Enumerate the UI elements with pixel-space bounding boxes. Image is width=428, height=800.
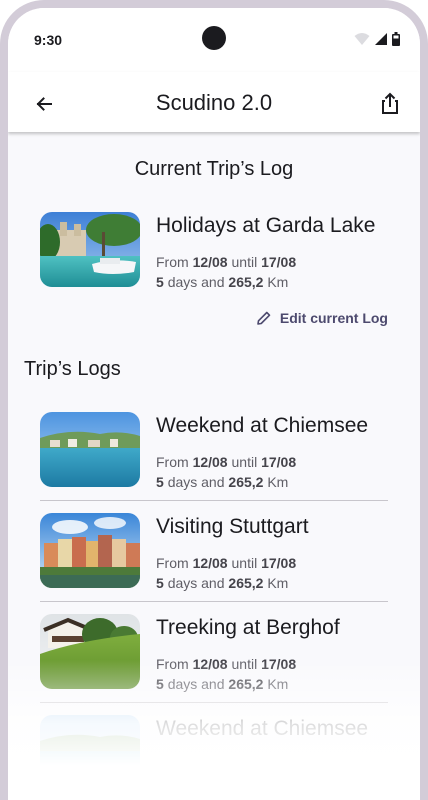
- top-app-bar: Scudino 2.0: [8, 72, 420, 132]
- camera-cutout: [202, 26, 226, 50]
- edit-current-log-button[interactable]: Edit current Log: [256, 310, 388, 326]
- share-icon: [382, 92, 398, 114]
- status-time: 9:30: [34, 32, 63, 48]
- trip-title: Visiting Stuttgart: [156, 515, 309, 538]
- status-icons: [354, 32, 400, 46]
- trip-dates: From 12/08 until 17/08: [156, 254, 297, 270]
- trip-dates: From 12/08 until 17/08: [156, 454, 297, 470]
- trip-title: Weekend at Chiemsee: [156, 717, 369, 740]
- trip-stats: 5 days and 265,2 Km: [156, 274, 289, 290]
- trip-log-item[interactable]: Visiting Stuttgart From 12/08 until 17/0…: [40, 513, 388, 605]
- list-divider: [40, 601, 388, 602]
- content-area: Current Trip’s Log Holidays at Garda Lak…: [8, 132, 420, 800]
- trip-log-item[interactable]: Weekend at Chiemsee: [40, 715, 388, 800]
- battery-icon: [392, 32, 400, 46]
- trip-log-item[interactable]: Treeking at Berghof From 12/08 until 17/…: [40, 614, 388, 706]
- edit-current-log-label: Edit current Log: [279, 310, 388, 326]
- trip-thumbnail: [40, 614, 140, 689]
- pencil-icon: [257, 311, 271, 325]
- trip-dates: From 12/08 until 17/08: [156, 555, 297, 571]
- trip-title: Weekend at Chiemsee: [156, 414, 369, 437]
- share-button[interactable]: [376, 89, 404, 117]
- trip-stats: 5 days and 265,2 Km: [156, 474, 289, 490]
- trip-thumbnail: [40, 412, 140, 487]
- wifi-icon: [354, 33, 370, 45]
- status-bar: 9:30: [8, 8, 420, 72]
- signal-icon: [375, 33, 387, 45]
- list-divider: [40, 702, 388, 703]
- trip-thumbnail: [40, 715, 140, 790]
- current-trip-card[interactable]: Holidays at Garda Lake From 12/08 until …: [40, 212, 388, 304]
- trip-stats: 5 days and 265,2 Km: [156, 575, 289, 591]
- trip-logs-heading: Trip’s Logs: [24, 358, 121, 380]
- trip-log-item[interactable]: Weekend at Chiemsee From 12/08 until 17/…: [40, 412, 388, 504]
- current-trip-heading: Current Trip’s Log: [134, 158, 294, 180]
- phone-frame: 9:30 Scudino 2.0 Current Trip’s Log Holi…: [0, 0, 428, 800]
- list-divider: [40, 500, 388, 501]
- trip-thumbnail: [40, 212, 140, 287]
- trip-title: Holidays at Garda Lake: [156, 214, 376, 237]
- trip-stats: 5 days and 265,2 Km: [156, 676, 289, 692]
- trip-title: Treeking at Berghof: [156, 616, 340, 639]
- trip-dates: From 12/08 until 17/08: [156, 656, 297, 672]
- app-title: Scudino 2.0: [155, 90, 273, 115]
- trip-thumbnail: [40, 513, 140, 588]
